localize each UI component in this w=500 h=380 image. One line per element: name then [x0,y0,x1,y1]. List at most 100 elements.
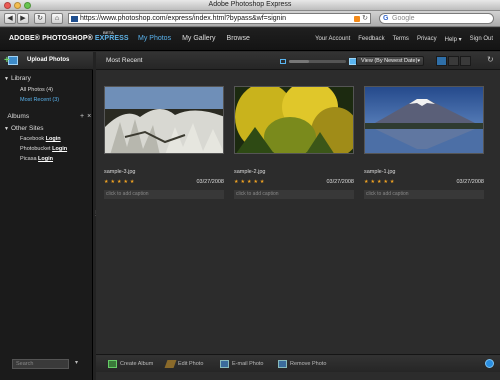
photo-card[interactable]: sample-1.jpg ★★★★★ 03/27/2008 click to a… [364,86,484,199]
your-account-link[interactable]: Your Account [315,36,350,43]
url-reload-icon[interactable]: ↻ [362,14,368,24]
google-icon: G [383,15,389,22]
upload-photos-button[interactable]: Upload Photos [0,52,93,70]
feedback-link[interactable]: Feedback [358,36,384,43]
upload-photos-label: Upload Photos [27,57,70,63]
caption-input[interactable]: click to add caption [234,190,354,199]
help-menu[interactable]: Help ▾ [445,36,462,43]
expand-arrow-icon [4,114,5,120]
brand-logo: ADOBE® PHOTOSHOP® EXPRESS BETA [9,30,129,42]
sidebar-item-facebook: Facebook Login [20,136,61,142]
reload-icon: ↻ [37,15,43,22]
site-favicon-icon [71,16,78,22]
photo-filename: sample-1.jpg [364,169,396,175]
window-titlebar: Adobe Photoshop Express [0,0,500,11]
edit-photo-label: Edit Photo [178,361,204,367]
photo-rating[interactable]: ★★★★★ [104,179,136,185]
edit-pencil-icon [164,360,177,368]
slider-fill [289,60,309,63]
nav-my-photos[interactable]: My Photos [138,35,171,42]
browser-search-input[interactable]: G Google [379,13,494,24]
edit-photo-button[interactable]: Edit Photo [164,360,204,368]
view-sort-value: View (By Newest Date) [361,58,418,64]
address-text: https://www.photoshop.com/express/index.… [80,15,287,22]
terms-link[interactable]: Terms [393,36,409,43]
email-photo-label: E-mail Photo [232,361,264,367]
home-button[interactable]: ⌂ [51,13,63,24]
app-header: ADOBE® PHOTOSHOP® EXPRESS BETA My Photos… [0,28,500,51]
page-title: Most Recent [106,57,143,64]
caption-input[interactable]: click to add caption [104,190,224,199]
forward-icon: ▶ [20,15,26,22]
expand-arrow-icon: ▼ [4,126,9,132]
beta-badge: BETA [103,30,114,35]
upload-icon [4,56,18,66]
add-album-icon[interactable]: + [80,113,84,120]
window-title: Adobe Photoshop Express [208,1,292,8]
back-icon: ◀ [7,15,13,22]
nav-browse[interactable]: Browse [227,35,250,42]
back-button[interactable]: ◀ [4,13,16,24]
create-album-button[interactable]: Create Album [108,360,153,368]
sidebar-item-most-recent[interactable]: Most Recent (3) [20,97,59,103]
reload-button[interactable]: ↻ [34,13,46,24]
albums-label: Albums [7,113,30,120]
photo-rating[interactable]: ★★★★★ [234,179,266,185]
site-name: Facebook [20,136,45,142]
create-album-label: Create Album [120,361,154,367]
sign-out-link[interactable]: Sign Out [470,36,493,43]
chevron-down-icon: ▾ [417,58,420,64]
remove-album-icon[interactable]: × [87,113,91,120]
other-sites-section[interactable]: ▼ Other Sites [4,125,43,132]
photo-card[interactable]: sample-3.jpg ★★★★★ 03/27/2008 click to a… [104,86,224,199]
grid-view-button[interactable] [436,56,447,66]
content-toolbar: Most Recent View (By Newest Date) ▾ ↻ [96,52,500,70]
albums-section[interactable]: Albums [4,113,29,120]
browser-toolbar: ◀ ▶ ↻ ⌂ https://www.photoshop.com/expres… [0,11,500,27]
photo-card[interactable]: sample-2.jpg ★★★★★ 03/27/2008 click to a… [234,86,354,199]
view-sort-select[interactable]: View (By Newest Date) ▾ [356,56,424,66]
list-view-button[interactable] [448,56,459,66]
address-bar[interactable]: https://www.photoshop.com/express/index.… [68,13,371,24]
detail-view-button[interactable] [460,56,471,66]
facebook-login-link[interactable]: Login [46,136,61,142]
photo-date: 03/27/2008 [196,179,224,185]
rss-icon[interactable] [354,16,360,22]
search-dropdown-icon[interactable]: ▾ [75,359,78,366]
expand-arrow-icon: ▼ [4,76,9,82]
sidebar-item-photobucket: Photobucket Login [20,146,67,152]
refresh-icon[interactable]: ↻ [487,55,494,64]
action-bar: Create Album Edit Photo E-mail Photo Rem… [96,354,500,372]
photo-filename: sample-3.jpg [104,169,136,175]
photo-date: 03/27/2008 [456,179,484,185]
photo-rating[interactable]: ★★★★★ [364,179,396,185]
brand-express: EXPRESS [94,35,129,42]
picasa-login-link[interactable]: Login [38,156,53,162]
photo-date: 03/27/2008 [326,179,354,185]
main-nav: My Photos My Gallery Browse [138,35,250,42]
site-name: Picasa [20,156,37,162]
thumbnail-size-slider[interactable] [280,58,358,65]
help-icon[interactable] [485,359,494,368]
forward-button[interactable]: ▶ [17,13,29,24]
email-photo-button[interactable]: E-mail Photo [220,360,264,368]
sidebar: Upload Photos ▼Library All Photos (4) Mo… [0,52,93,380]
slider-track[interactable] [289,60,346,63]
nav-my-gallery[interactable]: My Gallery [182,35,215,42]
photo-thumbnail[interactable] [234,86,354,154]
remove-photo-button[interactable]: Remove Photo [278,360,326,368]
email-icon [220,360,229,368]
user-nav: Your Account Feedback Terms Privacy Help… [315,36,493,43]
sidebar-item-all-photos[interactable]: All Photos (4) [20,87,53,93]
brand-name: ADOBE® PHOTOSHOP® [9,35,93,42]
photobucket-login-link[interactable]: Login [52,146,67,152]
caption-input[interactable]: click to add caption [364,190,484,199]
sidebar-search-input[interactable]: Search [12,359,69,369]
privacy-link[interactable]: Privacy [417,36,437,43]
photo-thumbnail[interactable] [364,86,484,154]
library-section[interactable]: ▼ Library [4,75,31,82]
home-icon: ⌂ [54,15,60,22]
other-sites-label: Other Sites [10,125,44,132]
photo-thumbnail[interactable] [104,86,224,154]
remove-photo-label: Remove Photo [290,361,327,367]
